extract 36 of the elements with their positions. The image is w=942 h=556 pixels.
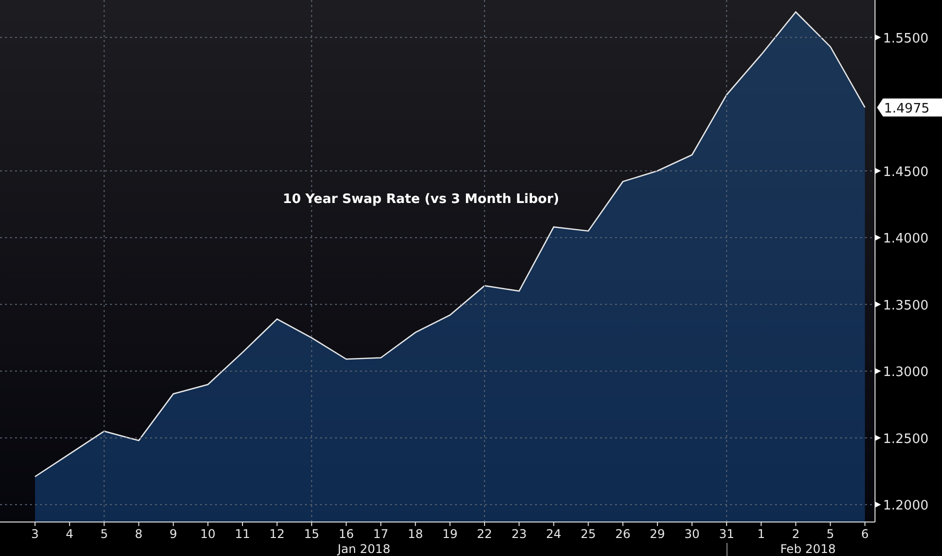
last-value-tag: 1.4975 <box>877 98 942 116</box>
x-tick-label: 23 <box>511 527 527 541</box>
y-tick-label: 1.3500 <box>883 298 928 314</box>
month-label: Jan 2018 <box>338 542 390 556</box>
y-tick-label: 1.3000 <box>883 365 928 380</box>
chart-title: 10 Year Swap Rate (vs 3 Month Libor) <box>282 192 560 207</box>
x-tick-label: 5 <box>826 527 834 541</box>
x-tick-label: 30 <box>684 527 700 541</box>
x-tick-label: 19 <box>442 527 458 541</box>
x-tick-label: 10 <box>200 527 216 541</box>
y-tick-label: 1.2000 <box>883 498 928 514</box>
x-tick-label: 2 <box>792 527 800 541</box>
x-tick-label: 29 <box>650 527 666 541</box>
x-tick-label: 26 <box>615 527 630 541</box>
x-tick-label: 6 <box>861 527 869 541</box>
x-tick-label: 15 <box>304 527 320 541</box>
x-tick-label: 18 <box>408 527 424 541</box>
x-tick-label: 5 <box>100 527 108 541</box>
x-tick-label: 12 <box>269 527 285 541</box>
x-tick-label: 1 <box>757 527 765 541</box>
x-tick-label: 31 <box>718 527 734 541</box>
month-label: Feb 2018 <box>780 542 836 556</box>
y-tick-label: 1.4500 <box>883 164 928 180</box>
y-tick-label: 1.4000 <box>883 232 928 247</box>
x-tick-label: 9 <box>170 527 178 541</box>
x-tick-label: 25 <box>580 527 596 541</box>
x-tick-label: 24 <box>546 527 562 541</box>
x-tick-label: 8 <box>134 527 143 541</box>
x-tick-label: 3 <box>31 527 39 541</box>
x-tick-label: 17 <box>373 527 388 541</box>
x-tick-label: 16 <box>338 527 354 541</box>
y-tick-label: 1.2500 <box>883 432 928 447</box>
y-tick-label: 1.5500 <box>883 31 928 46</box>
x-tick-label: 11 <box>234 527 250 541</box>
x-tick-label: 4 <box>66 527 74 541</box>
x-tick-label: 22 <box>476 527 492 541</box>
